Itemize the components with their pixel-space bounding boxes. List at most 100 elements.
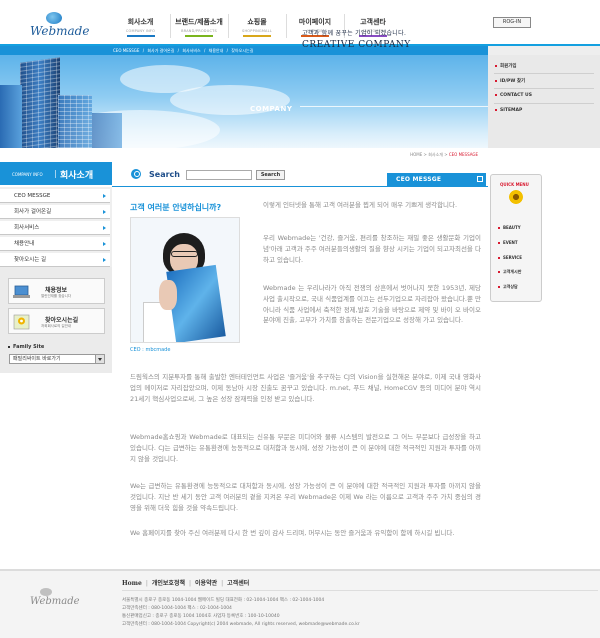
quick-menu-event[interactable]: EVENT xyxy=(498,240,518,245)
footer-link-support[interactable]: 고객센터 xyxy=(227,580,249,587)
arrow-right-icon xyxy=(103,242,106,246)
footer-separator: | xyxy=(221,580,224,587)
search-label: Search xyxy=(149,170,180,179)
subnav-history[interactable]: 회사가 걸어온길 xyxy=(147,48,174,53)
sidebar-header: COMPANY INFO 회사소개 xyxy=(0,162,112,185)
sidebar-item-history[interactable]: 회사가 걸어온길 xyxy=(0,205,110,219)
directions-button[interactable]: 찾아오시는길 저희회사로의 길안내 xyxy=(8,308,105,334)
search-icon xyxy=(131,169,141,179)
main-banner xyxy=(0,55,488,148)
photo-hand xyxy=(159,280,177,310)
footer-copyright: 고객만족센터 : 080-1004-1004 Copyright(c) 2004… xyxy=(122,622,360,627)
map-pin-icon xyxy=(13,314,30,330)
subnav-separator: / xyxy=(142,48,145,53)
quick-menu-counsel[interactable]: 고객상담 xyxy=(498,284,518,290)
utility-contact[interactable]: CONTACT US xyxy=(495,93,532,98)
directions-subtitle: 저희회사로의 길안내 xyxy=(41,324,72,328)
footer-logo[interactable]: Webmade xyxy=(30,596,80,607)
topnav-label: 브랜드/제품소개 xyxy=(175,18,223,26)
quick-menu-service[interactable]: SERVICE xyxy=(498,255,522,260)
subnav-right-fill xyxy=(488,46,600,55)
tab-underline xyxy=(112,186,488,187)
subnav-separator: / xyxy=(226,48,229,53)
content-paragraph: We 홈페이지를 찾아 주신 여러분께 다시 한 번 깊이 감사 드리며, 머무… xyxy=(130,529,455,537)
tab-label: CEO MESSGE xyxy=(396,176,442,183)
utility-find-idpw[interactable]: ID/PW 찾기 xyxy=(495,78,525,84)
content-paragraph: We는 급변하는 유통환경에 능동적으로 대처함과 동시에, 성장 가능성이 큰… xyxy=(130,482,481,512)
banner-divider xyxy=(300,106,488,107)
sidebar-item-label: 회사가 걸어온길 xyxy=(14,209,52,215)
sidebar-item-services[interactable]: 회사서비스 xyxy=(0,221,110,235)
subnav-separator: / xyxy=(177,48,180,53)
breadcrumb-strip xyxy=(0,148,600,162)
banner-building-windows xyxy=(20,57,60,148)
topnav-shopping[interactable]: 쇼핑몰 SHOPPINGMALL xyxy=(228,14,285,38)
content-paragraph: Webmade 는 우리나라가 아직 전쟁의 상흔에서 벗어나지 못한 1953… xyxy=(263,284,482,325)
family-site-value: 패밀리싸이트 바로가기 xyxy=(13,356,61,362)
topnav-accent-bar xyxy=(126,35,155,37)
sidebar-item-ceo-message[interactable]: CEO MESSGE xyxy=(0,189,110,203)
footer-link-privacy[interactable]: 개인보호정책 xyxy=(152,580,185,587)
greeting-heading: 고객 여러분 안녕하십니까? xyxy=(130,203,222,212)
search-input[interactable] xyxy=(186,170,252,180)
banner-headline: CREATIVE COMPANY xyxy=(302,40,411,50)
footer-links: Home | 개인보호정책 | 이용약관 | 고객센터 xyxy=(122,578,249,587)
footer-link-terms[interactable]: 이용약관 xyxy=(195,580,217,587)
tab-ceo-message[interactable]: CEO MESSGE xyxy=(387,173,486,186)
directions-title: 찾아오시는길 xyxy=(45,317,79,324)
content-paragraph: 우리 Webmade는 '건강, 즐거움, 편리를 창조하는 재밀 좋은 생활문… xyxy=(263,234,481,264)
sidebar-item-recruit[interactable]: 채용안내 xyxy=(0,237,110,251)
subnav-directions[interactable]: 찾아오시는길 xyxy=(231,48,253,53)
quick-menu-board[interactable]: 고객게시판 xyxy=(498,269,521,275)
breadcrumb: HOME > 회사소개 > CEO MESSAGE xyxy=(410,152,478,158)
site-logo[interactable]: Webmade xyxy=(30,12,90,42)
subnav-recruit[interactable]: 채용안내 xyxy=(209,48,224,53)
topnav-label: 쇼핑몰 xyxy=(247,18,267,26)
footer-link-home[interactable]: Home xyxy=(122,580,142,587)
ceo-photo xyxy=(130,217,240,343)
recruit-info-button[interactable]: 채용정보 열린인재를 찾습니다 xyxy=(8,278,105,304)
utility-sitemap[interactable]: SITEMAP xyxy=(495,108,522,113)
banner-company-text: COMPANY xyxy=(250,105,293,113)
footer-support-line: 고객만족센터 : 080-1004-1004 팩스 : 02-1004-1004 xyxy=(122,606,232,611)
recruit-info-title: 채용정보 xyxy=(45,287,68,294)
sidebar-item-directions[interactable]: 찾아오시는 길 xyxy=(0,253,110,267)
search-button[interactable]: Search xyxy=(256,170,285,180)
sidebar-header-divider xyxy=(55,170,56,178)
topnav-accent-bar xyxy=(185,35,213,37)
logo-swirl-icon xyxy=(46,12,62,24)
breadcrumb-current: CEO MESSAGE xyxy=(448,152,478,157)
topnav-company[interactable]: 회사소개 COMPANY INFO xyxy=(112,14,169,38)
footer-registration: 통신판매업신고 : 종로구 종로동 1004 1004호 사업자 등록번호 : … xyxy=(122,614,280,619)
utility-divider xyxy=(494,73,594,74)
login-button[interactable]: ROG-IN xyxy=(493,17,531,28)
photo-glasses xyxy=(171,251,198,257)
breadcrumb-section[interactable]: 회사소개 xyxy=(428,152,443,157)
utility-divider xyxy=(494,103,594,104)
arrow-right-icon xyxy=(103,258,106,262)
banner-building xyxy=(0,85,22,148)
topnav-brand[interactable]: 브랜드/제품소개 BRAND/PRODUCTS xyxy=(170,14,227,38)
sidebar-item-label: CEO MESSGE xyxy=(14,193,51,199)
subnav-ceo-message[interactable]: CEO MESSGE xyxy=(113,48,139,53)
subnav-services[interactable]: 회사서비스 xyxy=(182,48,200,53)
subnav-links: CEO MESSGE / 회사가 걸어온길 / 회사서비스 / 채용안내 / 찾… xyxy=(113,47,255,54)
logo-text: Webmade xyxy=(30,24,90,38)
arrow-right-icon xyxy=(103,226,106,230)
sidebar-item-label: 찾아오시는 길 xyxy=(14,257,47,263)
photo-caption: CEO : mbcmade xyxy=(130,347,171,353)
utility-divider xyxy=(494,88,594,89)
arrow-right-icon xyxy=(103,210,106,214)
breadcrumb-home[interactable]: HOME xyxy=(410,152,422,157)
topnav-sublabel: SHOPPINGMALL xyxy=(242,29,272,33)
quick-menu-beauty[interactable]: BEAUTY xyxy=(498,225,521,230)
footer-separator: | xyxy=(189,580,192,587)
subnav-separator: / xyxy=(204,48,206,53)
flower-icon xyxy=(509,190,523,204)
footer-divider xyxy=(122,590,598,591)
utility-signup[interactable]: 회원가입 xyxy=(495,63,517,69)
family-site-select[interactable]: 패밀리싸이트 바로가기 xyxy=(9,354,105,364)
chevron-down-icon[interactable] xyxy=(95,355,104,363)
topnav-label: 고객센타 xyxy=(360,18,386,26)
quick-menu-title: QUICK MENU xyxy=(500,182,529,187)
